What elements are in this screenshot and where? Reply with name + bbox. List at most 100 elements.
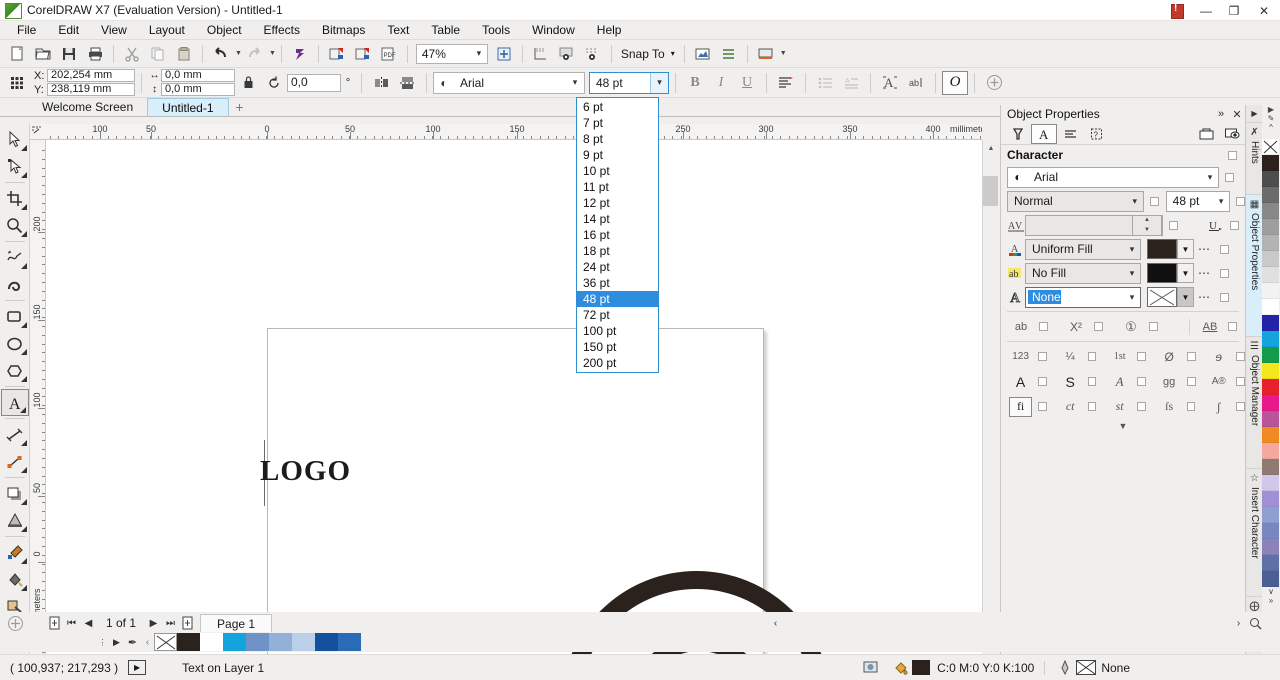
copy-icon[interactable] [145, 42, 171, 66]
fill-color-dropdown-arrow-icon[interactable]: ▼ [1177, 239, 1194, 259]
text-tool[interactable]: A [0, 389, 29, 416]
y-position-input[interactable]: 238,119 mm [47, 83, 135, 96]
discretionary-ligatures-icon[interactable]: ct [1059, 397, 1082, 417]
x-position-input[interactable]: 202,254 mm [47, 69, 135, 82]
swash-checkbox[interactable] [1236, 352, 1246, 361]
menu-edit[interactable]: Edit [47, 21, 90, 39]
bold-button[interactable]: B [682, 71, 708, 95]
ornaments-icon[interactable]: A® [1207, 372, 1230, 392]
outline-none-swatch[interactable] [1147, 287, 1177, 307]
drop-cap-icon[interactable]: A [838, 71, 864, 95]
background-fill-combo[interactable]: No Fill ▾ [1025, 262, 1141, 284]
parallel-dimension-tool[interactable] [1, 421, 29, 448]
add-page-after-icon[interactable] [179, 615, 196, 632]
chevron-down-icon[interactable]: ▾ [1213, 196, 1229, 207]
palette-bar-no-color-swatch[interactable] [154, 633, 177, 651]
palette-color-swatch[interactable] [1262, 315, 1279, 331]
palette-expand-icon[interactable]: » [1262, 596, 1280, 605]
settings-list-icon[interactable] [716, 42, 742, 66]
pagebar-scroll-right-button[interactable]: › [1230, 615, 1247, 632]
menu-text[interactable]: Text [376, 21, 420, 39]
close-button[interactable]: ✕ [1248, 0, 1280, 21]
menu-bitmaps[interactable]: Bitmaps [311, 21, 376, 39]
background-color-dropdown-arrow-icon[interactable]: ▼ [1177, 263, 1194, 283]
character-section-checkbox[interactable] [1228, 150, 1237, 160]
small-caps-checkbox[interactable] [1039, 322, 1048, 331]
superscript-checkbox[interactable] [1094, 322, 1103, 331]
bulleted-list-icon[interactable] [812, 71, 838, 95]
freehand-tool[interactable] [1, 244, 29, 271]
paragraph-tab[interactable] [1057, 124, 1083, 144]
undo-dropdown-arrow-icon[interactable]: ▼ [235, 50, 242, 57]
docker-expand-arrow[interactable]: ▶ [1246, 105, 1263, 123]
menu-file[interactable]: File [6, 21, 47, 39]
titling-alternates-icon[interactable]: A [1009, 372, 1032, 392]
fill-type-combo[interactable]: Uniform Fill ▾ [1025, 238, 1141, 260]
ruler-origin-icon[interactable] [30, 124, 44, 139]
palette-color-swatch[interactable] [1262, 379, 1279, 395]
status-fill-swatch[interactable] [912, 660, 931, 675]
expand-section-button[interactable]: ▼ [1001, 419, 1245, 433]
chevron-down-icon[interactable]: ▾ [1124, 268, 1140, 279]
height-input[interactable]: 0,0 mm [161, 83, 235, 96]
text-direction-icon[interactable]: ab [903, 71, 929, 95]
shape-tool[interactable] [1, 153, 29, 180]
options-icon[interactable] [690, 42, 716, 66]
slashed-zero-icon[interactable]: Ø [1158, 347, 1181, 367]
font-size-option[interactable]: 11 pt [577, 179, 658, 195]
background-color-swatch[interactable] [1147, 263, 1177, 283]
undo-icon[interactable] [208, 42, 234, 66]
standard-ligatures-checkbox[interactable] [1038, 402, 1047, 411]
font-size-option[interactable]: 18 pt [577, 243, 658, 259]
palette-color-swatch[interactable] [1262, 283, 1279, 299]
redo-dropdown-arrow-icon[interactable]: ▼ [269, 50, 276, 57]
print-icon[interactable] [82, 42, 108, 66]
contextual-ligatures-icon[interactable]: ſs [1158, 397, 1181, 417]
font-size-option[interactable]: 16 pt [577, 227, 658, 243]
italic-alternates-checkbox[interactable] [1137, 377, 1146, 386]
outline-more-options-button[interactable]: ⋯ [1194, 290, 1214, 304]
standard-ligatures-icon[interactable]: fi [1009, 396, 1033, 417]
fill-more-options-button[interactable]: ⋯ [1194, 242, 1214, 256]
mirror-horizontal-icon[interactable] [368, 71, 394, 95]
fractions-checkbox[interactable] [1087, 352, 1097, 361]
menu-tools[interactable]: Tools [471, 21, 521, 39]
palette-color-swatch[interactable] [1262, 491, 1279, 507]
polygon-tool[interactable] [1, 357, 29, 384]
descender-alternates-icon[interactable]: ʃ [1207, 397, 1230, 417]
palette-bar-handle-icon[interactable]: ⋮ [96, 638, 109, 647]
tabular-figures-icon[interactable]: 123 [1009, 347, 1032, 367]
ordinals-checkbox[interactable] [1137, 352, 1146, 361]
page-tab-page1[interactable]: Page 1 [200, 613, 273, 633]
outline-color-dropdown-arrow-icon[interactable]: ▼ [1177, 287, 1194, 307]
color-eyedropper-tool[interactable] [1, 539, 29, 566]
palette-bar-color-swatch[interactable] [315, 633, 338, 651]
underline-style-icon[interactable]: U [1206, 216, 1224, 234]
palette-bar-eyedropper-icon[interactable]: ✒ [124, 636, 141, 649]
snap-to-button[interactable]: Snap To ▾ [617, 43, 679, 65]
fractions-icon[interactable]: ¼ [1059, 347, 1082, 367]
discretionary-ligatures-checkbox[interactable] [1087, 402, 1097, 411]
vtab-object-manager[interactable]: ☰ Object Manager [1246, 337, 1263, 469]
canvas-vertical-scrollbar[interactable]: ▲ ▼ [982, 140, 999, 638]
palette-bar-color-swatch[interactable] [177, 633, 200, 651]
palette-color-swatch[interactable] [1262, 459, 1279, 475]
canvas-add-icon[interactable] [0, 615, 30, 632]
interactive-fill-tool[interactable] [1, 566, 29, 593]
previous-page-button[interactable]: ◀ [80, 615, 97, 632]
slashed-zero-checkbox[interactable] [1186, 352, 1196, 361]
font-size-option[interactable]: 10 pt [577, 163, 658, 179]
palette-color-swatch[interactable] [1262, 331, 1279, 347]
paste-icon[interactable] [171, 42, 197, 66]
chevron-down-icon[interactable]: ▾ [650, 72, 668, 93]
fullscreen-preview-icon[interactable] [491, 42, 517, 66]
export-icon[interactable] [350, 42, 376, 66]
minimize-button[interactable]: — [1192, 0, 1220, 21]
chevron-down-icon[interactable]: ▾ [1127, 196, 1143, 207]
vertical-ruler[interactable]: 200 150 100 50 0 millimeters [30, 140, 46, 654]
crop-tool[interactable] [1, 185, 29, 212]
palette-color-swatch[interactable] [1262, 395, 1279, 411]
palette-bar-scroll-left-icon[interactable]: ‹ [141, 637, 154, 648]
palette-color-swatch[interactable] [1262, 427, 1279, 443]
document-page[interactable] [267, 328, 832, 654]
